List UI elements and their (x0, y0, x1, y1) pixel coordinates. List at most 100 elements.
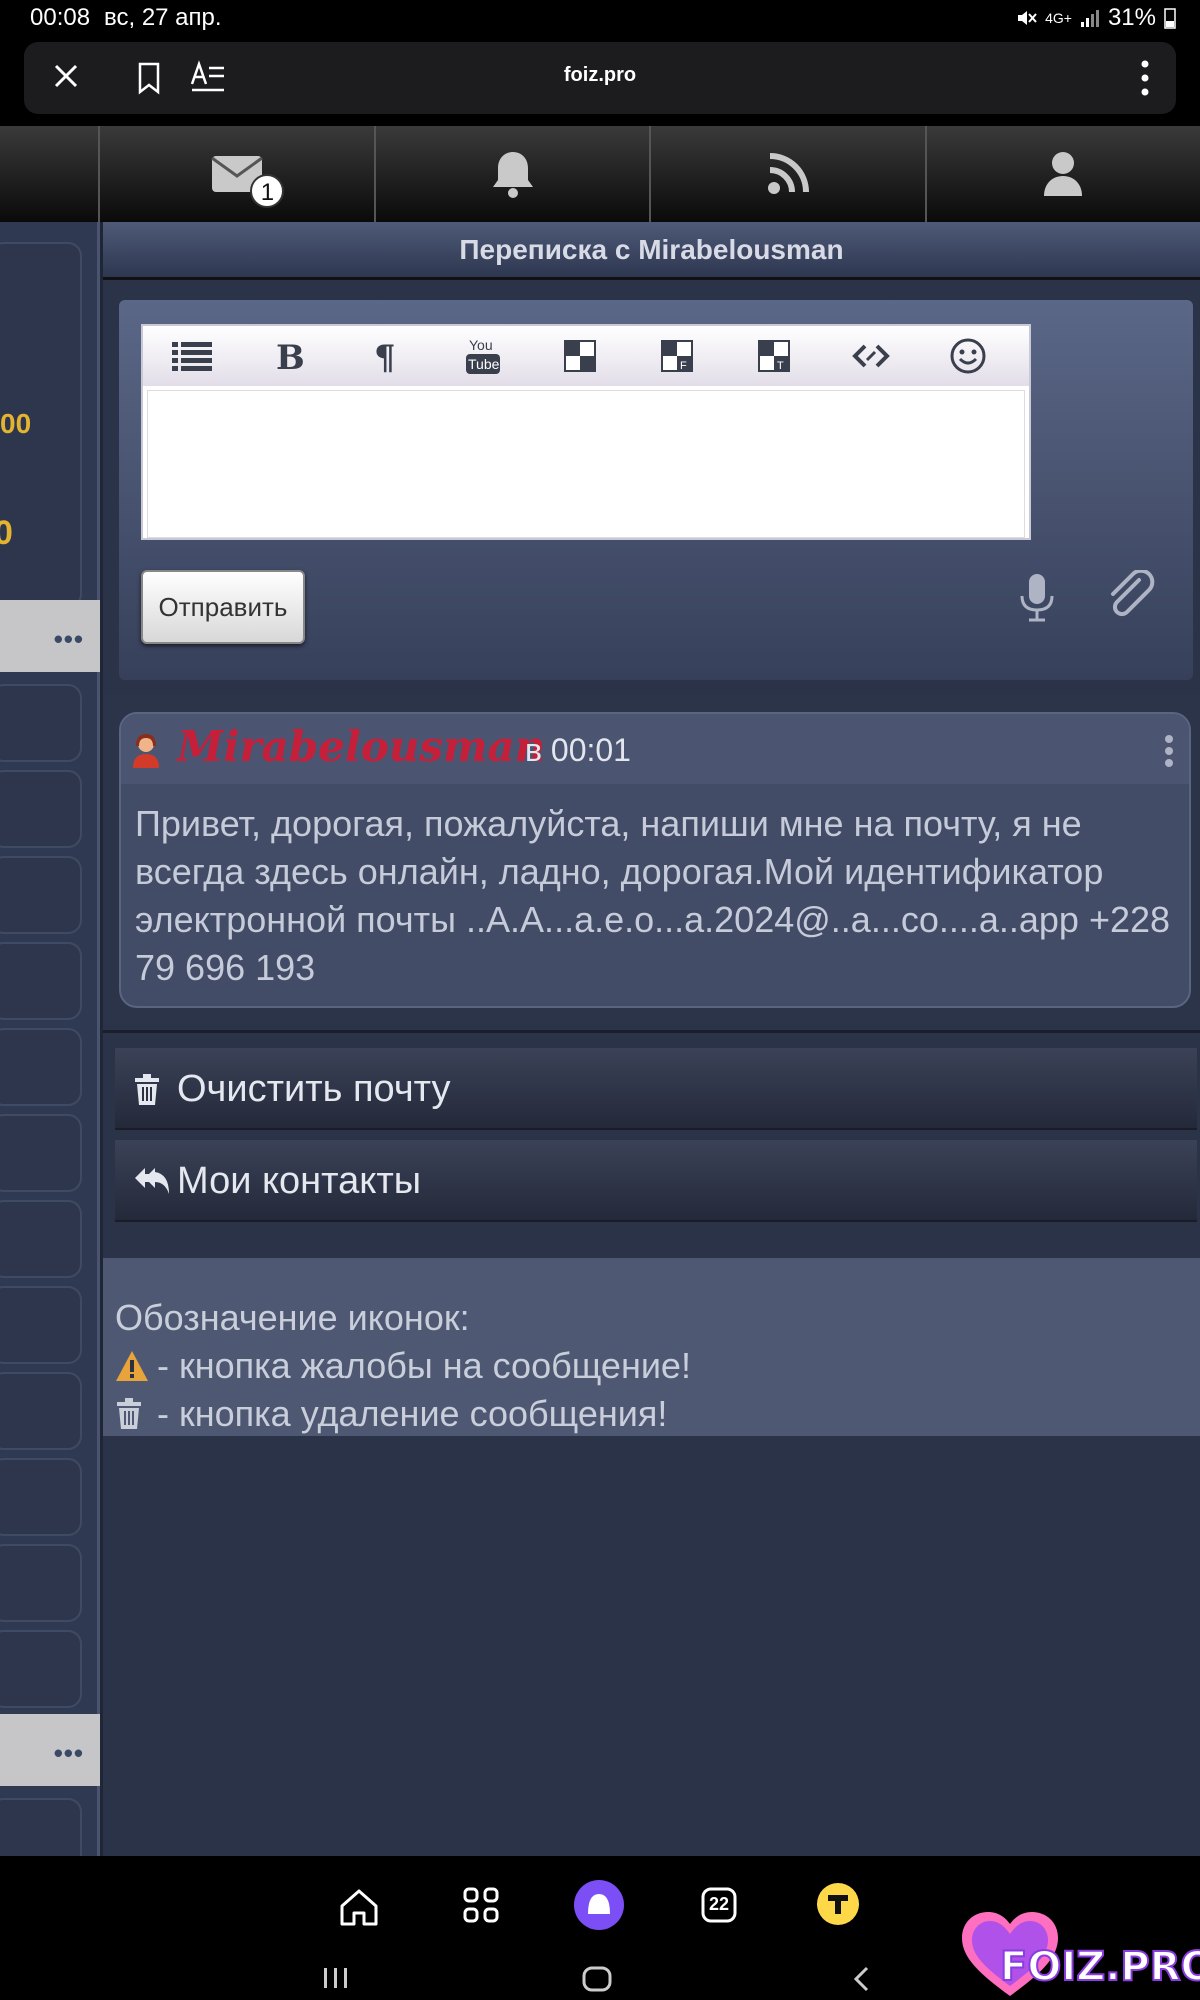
legend-delete-row: - кнопка удаление сообщения! (115, 1390, 1200, 1438)
legend-title: Обозначение иконок: (115, 1297, 470, 1338)
my-contacts-label: Мои контакты (177, 1160, 422, 1202)
nav-tab-feed[interactable] (649, 126, 924, 222)
svg-text:F: F (680, 360, 687, 372)
paragraph-button[interactable]: ¶ (337, 326, 434, 386)
more-dots-icon[interactable]: ••• (54, 624, 84, 655)
sidebar-item[interactable] (0, 770, 82, 848)
mail-count-badge: 1 (250, 174, 285, 208)
sidebar-item[interactable] (0, 942, 82, 1020)
message-textarea[interactable] (147, 390, 1025, 538)
signal-icon (1080, 10, 1099, 27)
clear-mail-label: Очистить почту (177, 1068, 451, 1110)
sidebar-item[interactable] (0, 684, 82, 762)
status-right: 4G+ 31% (1015, 4, 1176, 32)
legend-complaint-text: - кнопка жалобы на сообщение! (157, 1345, 691, 1386)
icon-legend: Обозначение иконок: - кнопка жалобы на с… (103, 1258, 1200, 1436)
battery-icon (1164, 8, 1176, 29)
message-author[interactable]: Mirabelousman (177, 722, 545, 771)
trash-icon (135, 1074, 159, 1105)
nav-tab-profile[interactable] (924, 126, 1200, 222)
table-f-button[interactable]: F (628, 326, 725, 386)
sidebar-gold-text: 00 (0, 408, 32, 439)
main-content: Переписка с Mirabelousman B ¶ You Tube F… (103, 222, 1200, 1856)
clear-mail-button[interactable]: Очистить почту (115, 1048, 1197, 1130)
svg-text:¶: ¶ (374, 339, 396, 373)
foiz-logo: FOIZ.PRO (962, 1912, 1200, 1996)
tabs-count: 22 (708, 1894, 730, 1914)
microphone-icon[interactable] (1017, 572, 1057, 624)
nav-left-spacer (0, 126, 98, 222)
list-button[interactable] (143, 326, 240, 386)
table-t-button[interactable]: T (725, 326, 822, 386)
link-button[interactable] (822, 326, 919, 386)
reply-all-icon (135, 1168, 169, 1194)
url-text[interactable]: foiz.pro (24, 64, 1176, 87)
bold-button[interactable]: B (240, 326, 337, 386)
user-icon (1044, 152, 1083, 196)
sidebar-gold-text: 0 (0, 514, 13, 552)
compose-panel: B ¶ You Tube F T Отправить (119, 300, 1193, 680)
messages-panel: Mirabelousman в 00:01 Привет, дорогая, п… (103, 694, 1200, 1024)
bold-icon: B (276, 339, 304, 373)
youtube-bottom-text: Tube (468, 356, 500, 372)
watermark-text: FOIZ.PRO (1000, 1944, 1200, 1990)
sidebar-item[interactable] (0, 1286, 82, 1364)
status-bar: 00:08 вс, 27 апр. 4G+ 31% (0, 0, 1200, 36)
sidebar-item[interactable] (0, 1544, 82, 1622)
emoji-button[interactable] (919, 326, 1016, 386)
my-contacts-button[interactable]: Мои контакты (115, 1140, 1197, 1222)
send-button[interactable]: Отправить (141, 570, 305, 644)
trash-icon (117, 1398, 141, 1429)
home-button-icon[interactable] (582, 1966, 612, 1992)
sidebar-item[interactable] (0, 1114, 82, 1192)
youtube-button[interactable]: You Tube (434, 326, 531, 386)
youtube-icon: You Tube (465, 337, 500, 374)
paperclip-icon[interactable] (1105, 570, 1155, 624)
sidebar-item[interactable] (0, 856, 82, 934)
apps-grid-icon[interactable] (462, 1886, 500, 1924)
kebab-menu-icon[interactable] (1138, 56, 1152, 100)
sidebar-section-bar[interactable]: ••• (0, 600, 100, 672)
list-icon (171, 342, 212, 371)
warning-icon (116, 1351, 148, 1381)
mute-icon (1018, 11, 1037, 25)
home-icon[interactable] (338, 1886, 380, 1928)
nav-tab-mail[interactable]: 1 (98, 126, 373, 222)
sidebar-item[interactable] (0, 1630, 82, 1708)
back-icon[interactable] (852, 1966, 872, 1992)
sidebar-item[interactable] (0, 1028, 82, 1106)
rss-icon (767, 153, 809, 194)
table-button[interactable] (531, 326, 628, 386)
legend-delete-text: - кнопка удаление сообщения! (157, 1393, 668, 1434)
sidebar-item[interactable] (0, 1372, 82, 1450)
message-more-icon[interactable] (1163, 734, 1175, 768)
checkerboard-f-icon: F (660, 340, 693, 372)
yandex-t-icon[interactable] (816, 1882, 860, 1926)
nav-tab-notifications[interactable] (373, 126, 649, 222)
sidebar-item[interactable] (0, 1200, 82, 1278)
message-card: Mirabelousman в 00:01 Привет, дорогая, п… (119, 712, 1191, 1008)
checkerboard-t-icon: T (757, 340, 790, 372)
status-date: вс, 27 апр. (104, 4, 222, 31)
more-dots-icon[interactable]: ••• (54, 1738, 84, 1769)
legend-title-row: Обозначение иконок: (115, 1294, 1200, 1342)
message-text: Привет, дорогая, пожалуйста, напиши мне … (135, 803, 1171, 988)
battery-percent: 31% (1107, 4, 1156, 31)
youtube-top-text: You (469, 337, 493, 353)
status-time: 00:08 (30, 4, 91, 31)
bell-icon (492, 152, 533, 198)
alice-assistant-icon[interactable] (574, 1880, 624, 1930)
recent-apps-icon[interactable] (322, 1966, 350, 1990)
sidebar-section-bar[interactable]: ••• (0, 1714, 100, 1786)
legend-complaint-row: - кнопка жалобы на сообщение! (115, 1342, 1200, 1390)
site-top-nav: 1 (0, 126, 1200, 222)
left-sidebar: 00 0 ••• ••• (0, 222, 100, 1868)
editor-toolbar: B ¶ You Tube F T (143, 326, 1029, 386)
message-time: в 00:01 (525, 732, 631, 768)
address-bar[interactable]: foiz.pro (24, 42, 1176, 114)
avatar[interactable] (131, 734, 161, 768)
sidebar-item[interactable] (0, 1458, 82, 1536)
rich-text-editor: B ¶ You Tube F T (141, 324, 1031, 540)
tabs-button[interactable]: 22 (700, 1886, 738, 1924)
link-icon (851, 344, 890, 368)
